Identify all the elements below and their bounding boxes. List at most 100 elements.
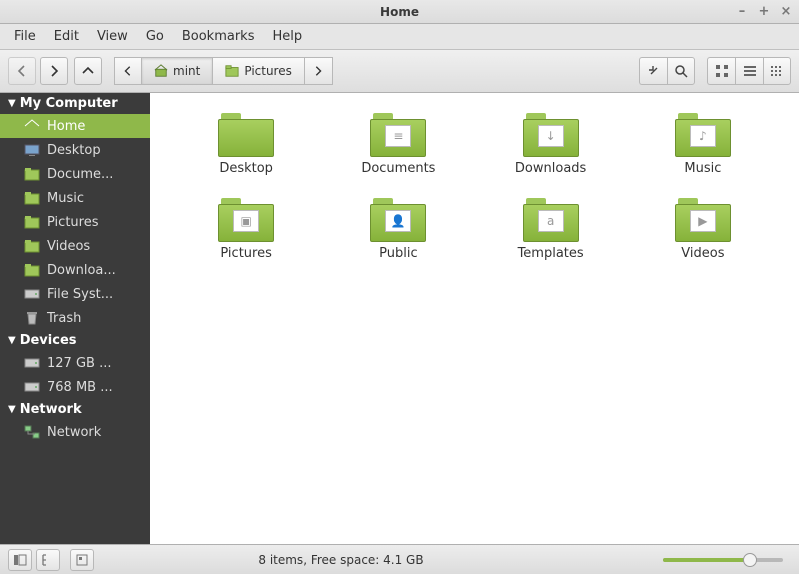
sidebar-item-home[interactable]: Home: [0, 114, 150, 138]
folder-label: Documents: [361, 161, 435, 176]
sidebar-item-music[interactable]: Music: [0, 186, 150, 210]
menu-help[interactable]: Help: [264, 26, 310, 47]
zoom-slider[interactable]: [663, 558, 783, 562]
path-next-button[interactable]: [305, 57, 333, 85]
folder-label: Music: [684, 161, 721, 176]
folder-icon: [218, 113, 274, 157]
sidebar-item-label: 768 MB ...: [47, 380, 113, 395]
menu-file[interactable]: File: [6, 26, 44, 47]
sidebar-item-127gb[interactable]: 127 GB ...: [0, 351, 150, 375]
folder-music[interactable]: ♪ Music: [627, 105, 779, 190]
status-text: 8 items, Free space: 4.1 GB: [258, 553, 423, 567]
folder-label: Downloads: [515, 161, 586, 176]
sidebar-places-button[interactable]: [8, 549, 32, 571]
folder-videos[interactable]: ▶ Videos: [627, 190, 779, 275]
folder-label: Desktop: [219, 161, 273, 176]
view-compact-button[interactable]: [763, 57, 791, 85]
sidebar-item-label: Downloa...: [47, 263, 116, 278]
view-list-button[interactable]: [735, 57, 763, 85]
folder-glyph-icon: 👤: [385, 210, 411, 232]
menu-bookmarks[interactable]: Bookmarks: [174, 26, 263, 47]
location-button[interactable]: [639, 57, 667, 85]
folder-templates[interactable]: aTemplates: [475, 190, 627, 275]
menu-edit[interactable]: Edit: [46, 26, 87, 47]
path-label-pictures: Pictures: [244, 64, 292, 78]
sidebar-section-devices[interactable]: ▼Devices: [0, 330, 150, 351]
home-icon: [154, 64, 168, 78]
path-bar: mint Pictures: [114, 57, 333, 85]
folder-glyph-icon: ≡: [385, 125, 411, 147]
main-area: ▼My Computer Home Desktop Docume... Music Pic…: [0, 93, 799, 544]
folder-icon: ▶: [675, 198, 731, 242]
content-area[interactable]: Desktop ≡ Documents ↓ Downloads ♪ Music ▣ Pictur…: [150, 93, 799, 544]
chevron-down-icon: ▼: [8, 404, 16, 415]
sidebar-item-filesyst[interactable]: File Syst...: [0, 282, 150, 306]
sidebar-item-768mb[interactable]: 768 MB ...: [0, 375, 150, 399]
icon-grid: Desktop ≡ Documents ↓ Downloads ♪ Music ▣ Pictur…: [170, 105, 779, 275]
menu-view[interactable]: View: [89, 26, 136, 47]
statusbar: 8 items, Free space: 4.1 GB: [0, 544, 799, 574]
folder-label: Videos: [681, 246, 724, 261]
folder-pictures[interactable]: ▣ Pictures: [170, 190, 322, 275]
folder-icon: 👤: [370, 198, 426, 242]
chevron-down-icon: ▼: [8, 98, 16, 109]
folder-glyph-icon: ▣: [233, 210, 259, 232]
folder-glyph-icon: ♪: [690, 125, 716, 147]
sidebar-item-label: Music: [47, 191, 84, 206]
folder-label: Pictures: [220, 246, 271, 261]
folder-icon: [225, 64, 239, 78]
back-button[interactable]: [8, 57, 36, 85]
folder-public[interactable]: 👤 Public: [322, 190, 474, 275]
folder-icon: ▣: [218, 198, 274, 242]
sidebar-item-label: 127 GB ...: [47, 356, 111, 371]
sidebar-item-label: Docume...: [47, 167, 113, 182]
sidebar-item-label: File Syst...: [47, 287, 113, 302]
sidebar-item-network[interactable]: Network: [0, 420, 150, 444]
path-label-mint: mint: [173, 64, 200, 78]
sidebar-item-trash[interactable]: Trash: [0, 306, 150, 330]
folder-icon: ≡: [370, 113, 426, 157]
window-title: Home: [380, 5, 419, 19]
sidebar-section-network[interactable]: ▼Network: [0, 399, 150, 420]
chevron-down-icon: ▼: [8, 335, 16, 346]
folder-downloads[interactable]: ↓ Downloads: [475, 105, 627, 190]
sidebar-section-my-computer[interactable]: ▼My Computer: [0, 93, 150, 114]
menubar: File Edit View Go Bookmarks Help: [0, 24, 799, 50]
sidebar-item-downloa[interactable]: Downloa...: [0, 258, 150, 282]
sidebar-item-label: Pictures: [47, 215, 98, 230]
folder-glyph-icon: a: [538, 210, 564, 232]
close-button[interactable]: ×: [779, 5, 793, 19]
menu-go[interactable]: Go: [138, 26, 172, 47]
sidebar-item-docume[interactable]: Docume...: [0, 162, 150, 186]
sidebar-item-label: Trash: [47, 311, 81, 326]
folder-glyph-icon: ▶: [690, 210, 716, 232]
sidebar-item-label: Network: [47, 425, 101, 440]
path-segment-pictures[interactable]: Pictures: [213, 57, 305, 85]
folder-glyph-icon: ↓: [538, 125, 564, 147]
up-button[interactable]: [74, 57, 102, 85]
folder-label: Public: [379, 246, 417, 261]
sidebar-item-videos[interactable]: Videos: [0, 234, 150, 258]
sidebar-item-label: Home: [47, 119, 85, 134]
path-prev-button[interactable]: [114, 57, 142, 85]
path-segment-mint[interactable]: mint: [142, 57, 213, 85]
maximize-button[interactable]: +: [757, 5, 771, 19]
folder-icon: a: [523, 198, 579, 242]
zoom-thumb[interactable]: [743, 553, 757, 567]
sidebar-item-pictures[interactable]: Pictures: [0, 210, 150, 234]
forward-button[interactable]: [40, 57, 68, 85]
sidebar-item-label: Desktop: [47, 143, 101, 158]
toolbar: mint Pictures: [0, 50, 799, 93]
folder-documents[interactable]: ≡ Documents: [322, 105, 474, 190]
minimize-button[interactable]: –: [735, 5, 749, 19]
folder-icon: ♪: [675, 113, 731, 157]
view-icons-button[interactable]: [707, 57, 735, 85]
search-button[interactable]: [667, 57, 695, 85]
sidebar-item-desktop[interactable]: Desktop: [0, 138, 150, 162]
close-sidebar-button[interactable]: [70, 549, 94, 571]
folder-desktop[interactable]: Desktop: [170, 105, 322, 190]
sidebar: ▼My Computer Home Desktop Docume... Music Pic…: [0, 93, 150, 544]
sidebar-tree-button[interactable]: [36, 549, 60, 571]
sidebar-item-label: Videos: [47, 239, 90, 254]
titlebar: Home – + ×: [0, 0, 799, 24]
